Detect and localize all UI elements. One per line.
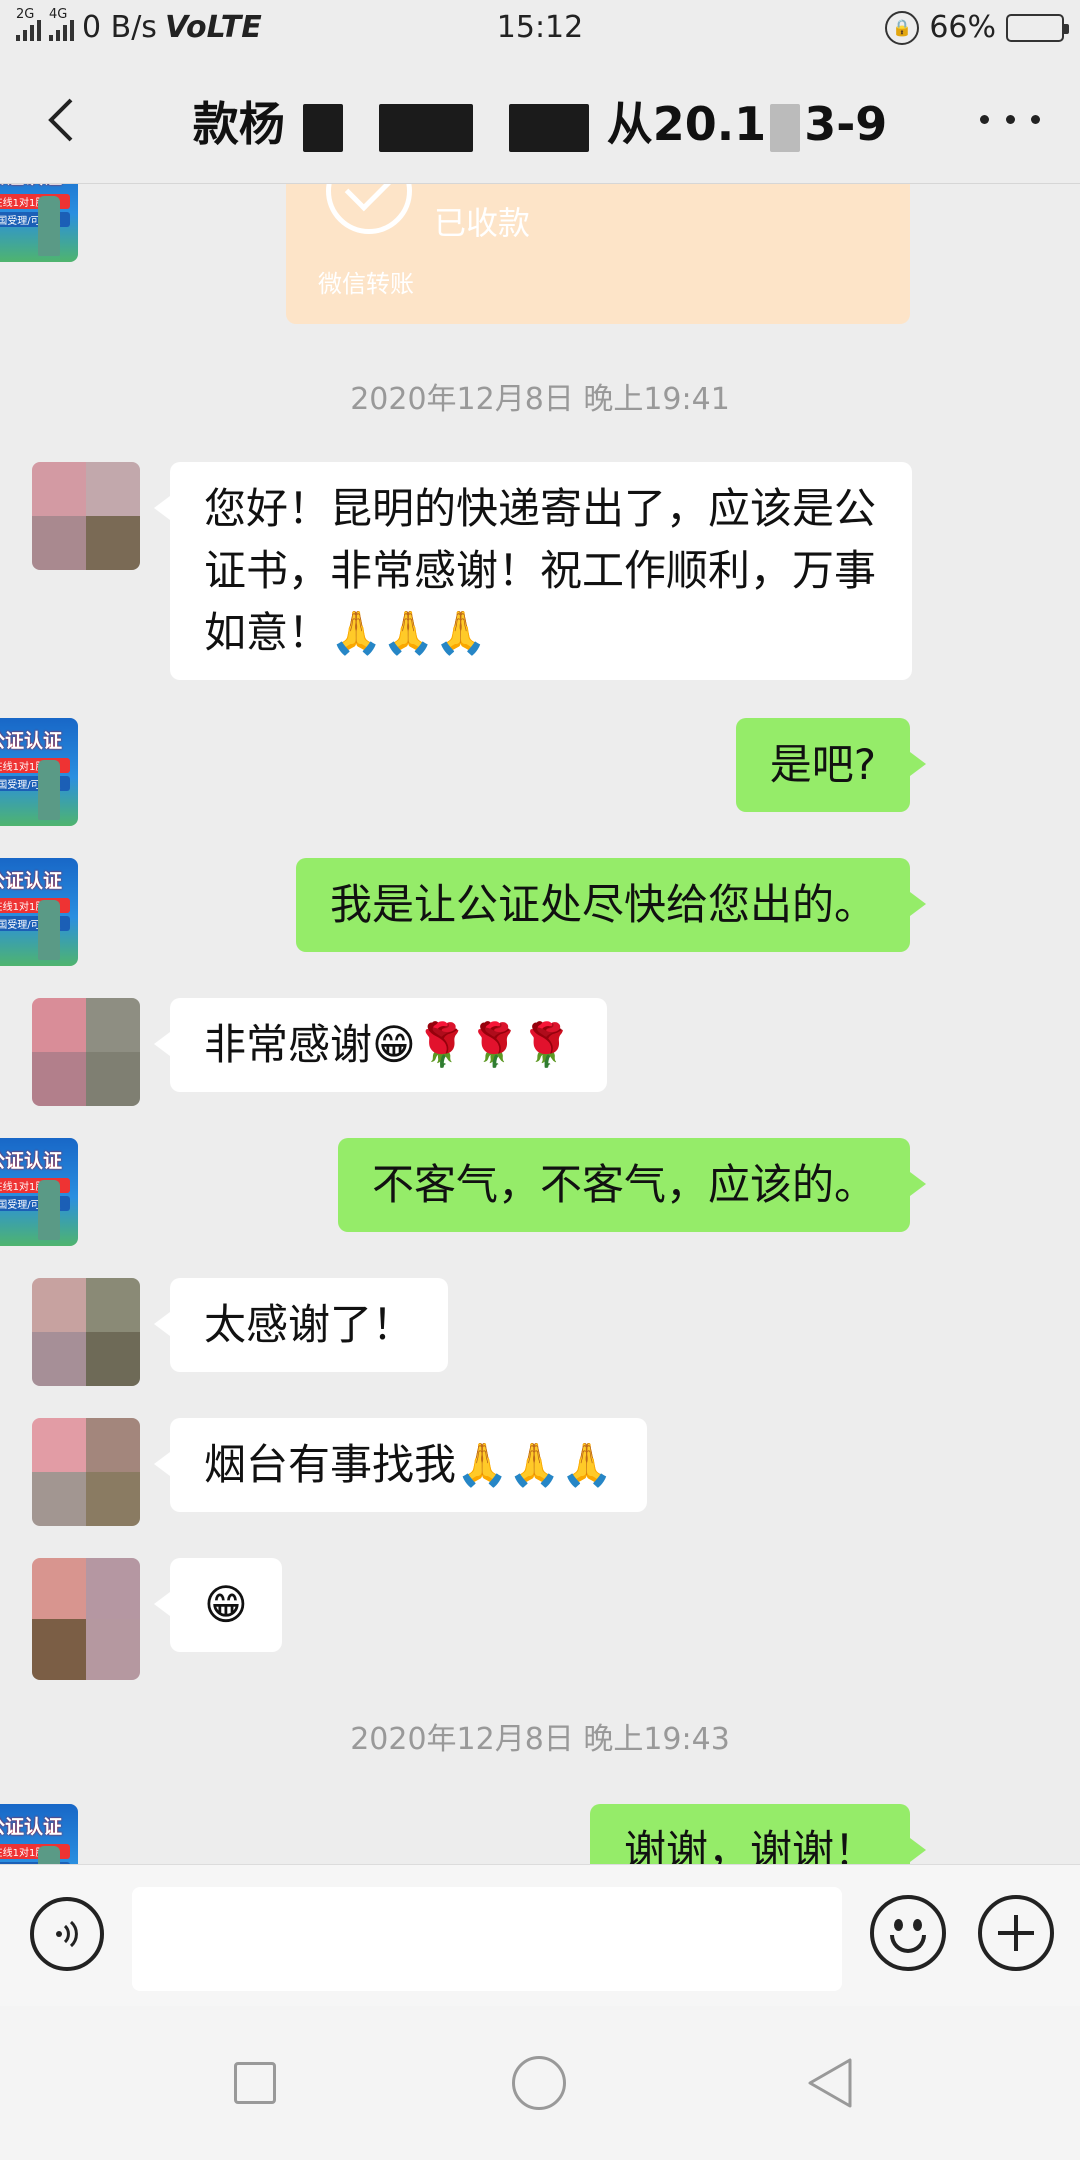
transfer-status: 已收款 xyxy=(434,204,531,242)
emoji-button[interactable] xyxy=(870,1895,946,1971)
redaction-block xyxy=(378,103,473,152)
title-part-1: 款杨 xyxy=(192,97,285,151)
status-bar: 2G 4G 0 B/s VoLTE 15:12 🔒 66% xyxy=(0,0,1080,56)
battery-percent: 66% xyxy=(929,10,996,45)
statue-icon xyxy=(38,1846,60,1864)
message-bubble[interactable]: 不客气，不客气，应该的。 xyxy=(337,1138,927,1232)
voice-icon xyxy=(56,1920,78,1948)
message-outgoing: 我是让公证处尽快给您出的。 公证认证 在线1对1服务 全国受理/可加急 xyxy=(0,858,1080,966)
more-dots-icon xyxy=(980,114,989,124)
transfer-card[interactable]: 已收款 微信转账 xyxy=(286,184,910,324)
statue-icon xyxy=(38,900,60,960)
message-list[interactable]: 已收款 微信转账 公证认证 在线1对1服务 全国受理/可加急 2020年12月8… xyxy=(0,184,1080,1864)
chat-title: 款杨 从20.1 3-9 xyxy=(150,88,930,154)
battery-icon xyxy=(1006,13,1069,42)
message-bubble[interactable]: 非常感谢😁🌹🌹🌹 xyxy=(154,998,607,1092)
title-part-3: 3-9 xyxy=(804,97,888,151)
message-input[interactable] xyxy=(132,1887,842,1991)
timestamp: 2020年12月8日 晚上19:41 xyxy=(350,382,730,417)
emoji-icon xyxy=(890,1935,926,1953)
my-avatar[interactable]: 公证认证 在线1对1服务 全国受理/可加急 xyxy=(0,1804,78,1864)
statue-icon xyxy=(38,196,60,256)
message-bubble[interactable]: 😁 xyxy=(154,1558,282,1652)
more-button[interactable] xyxy=(980,104,1040,134)
my-avatar[interactable]: 公证认证 在线1对1服务 全国受理/可加急 xyxy=(0,184,78,262)
recent-apps-button[interactable] xyxy=(234,2062,276,2104)
contact-avatar[interactable] xyxy=(32,1418,140,1526)
message-bubble[interactable]: 是吧? xyxy=(735,718,927,812)
chevron-left-icon xyxy=(48,98,73,142)
voice-button[interactable] xyxy=(30,1897,104,1971)
contact-avatar[interactable] xyxy=(32,1558,140,1680)
my-avatar[interactable]: 公证认证 在线1对1服务 全国受理/可加急 xyxy=(0,1138,78,1246)
message-bubble[interactable]: 我是让公证处尽快给您出的。 xyxy=(295,858,927,952)
message-bubble[interactable]: 太感谢了！ xyxy=(153,1278,449,1372)
check-circle-icon xyxy=(326,184,412,234)
my-avatar[interactable]: 公证认证 在线1对1服务 全国受理/可加急 xyxy=(0,858,78,966)
status-right: 🔒 66% xyxy=(885,10,1069,45)
message-outgoing: 是吧? 公证认证 在线1对1服务 全国受理/可加急 xyxy=(0,718,1080,826)
redaction-block xyxy=(770,103,801,152)
contact-avatar[interactable] xyxy=(32,998,140,1106)
message-outgoing: 不客气，不客气，应该的。 公证认证 在线1对1服务 全国受理/可加急 xyxy=(0,1138,1080,1246)
my-avatar[interactable]: 公证认证 在线1对1服务 全国受理/可加急 xyxy=(0,718,78,826)
contact-avatar[interactable] xyxy=(32,1278,140,1386)
message-transfer: 已收款 微信转账 公证认证 在线1对1服务 全国受理/可加急 xyxy=(0,184,1080,324)
contact-avatar[interactable] xyxy=(32,462,140,570)
system-nav-bar xyxy=(0,2006,1080,2160)
statue-icon xyxy=(38,1180,60,1240)
back-button[interactable] xyxy=(30,90,90,150)
plus-button[interactable] xyxy=(978,1895,1054,1971)
redaction-block xyxy=(508,103,589,152)
rotation-lock-icon: 🔒 xyxy=(885,10,920,45)
redaction-block xyxy=(302,103,343,152)
message-bubble[interactable]: 烟台有事找我🙏🙏🙏 xyxy=(154,1418,647,1512)
back-triangle-icon[interactable] xyxy=(806,2056,854,2110)
transfer-kind: 微信转账 xyxy=(318,270,414,298)
statue-icon xyxy=(38,760,60,820)
home-button[interactable] xyxy=(512,2056,566,2110)
title-part-2: 从20.1 xyxy=(606,97,767,151)
message-bubble[interactable]: 您好！昆明的快递寄出了，应该是公证书，非常感谢！祝工作顺利，万事如意！🙏🙏🙏 xyxy=(154,462,912,680)
input-bar xyxy=(0,1864,1080,2006)
timestamp: 2020年12月8日 晚上19:43 xyxy=(350,1722,730,1757)
message-bubble[interactable]: 谢谢，谢谢！ xyxy=(589,1804,927,1864)
chat-header: 款杨 从20.1 3-9 xyxy=(0,56,1080,184)
message-outgoing: 谢谢，谢谢！ 公证认证 在线1对1服务 全国受理/可加急 xyxy=(0,1804,1080,1864)
